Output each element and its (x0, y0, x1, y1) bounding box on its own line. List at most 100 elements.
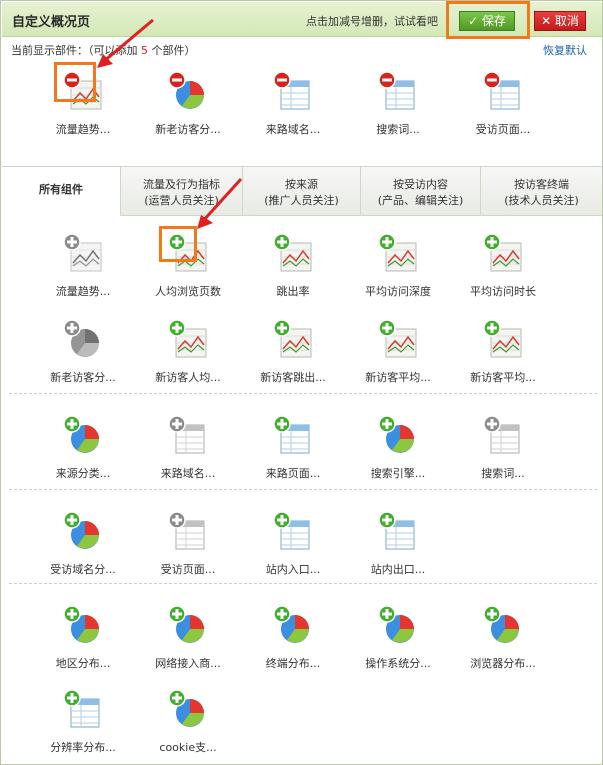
widget-label: 新访客平均... (365, 371, 431, 384)
pie-chart-icon[interactable] (63, 511, 105, 553)
selected-widget[interactable]: 受访页面... (453, 71, 553, 151)
widget-label: 受访页面... (160, 563, 216, 576)
widget-tile[interactable]: 站内出口... (348, 511, 448, 591)
widget-tile[interactable]: cookie支... (138, 689, 238, 765)
pie-chart-icon[interactable] (483, 605, 525, 647)
pie-chart-icon[interactable] (63, 605, 105, 647)
line-chart-icon[interactable] (483, 233, 525, 275)
selected-widget[interactable]: 来路域名... (243, 71, 343, 151)
widget-label: 操作系统分... (365, 657, 431, 670)
line-chart-icon[interactable] (273, 233, 315, 275)
tab-sublabel: (产品、编辑关注) (377, 194, 464, 207)
selected-widget[interactable]: 新老访客分... (138, 71, 238, 151)
line-chart-icon[interactable] (63, 233, 105, 275)
widget-label: 受访页面... (475, 123, 531, 136)
group-divider (9, 583, 597, 584)
pie-chart-icon[interactable] (378, 605, 420, 647)
widget-label: 网络接入商... (155, 657, 221, 670)
widget-label: 来路页面... (265, 467, 321, 480)
page-title: 自定义概况页 (12, 15, 91, 30)
widget-tile[interactable]: 来路页面... (243, 415, 343, 495)
widget-label: 站内出口... (370, 563, 426, 576)
tab-bar: 所有组件 流量及行为指标 (运营人员关注) 按来源 (推广人员关注) 按受访内容… (2, 166, 602, 217)
widget-label: 来路域名... (160, 467, 216, 480)
widget-tile[interactable]: 网络接入商... (138, 605, 238, 685)
widget-tile[interactable]: 新老访客分... (33, 319, 133, 399)
table-icon[interactable] (273, 71, 315, 113)
widget-tile[interactable]: 平均访问时长 (453, 233, 553, 313)
widget-tile[interactable]: 操作系统分... (348, 605, 448, 685)
line-chart-icon[interactable] (378, 233, 420, 275)
group-divider (9, 489, 597, 490)
widget-label: 来路域名... (265, 123, 321, 136)
pie-chart-icon[interactable] (378, 415, 420, 457)
widget-label: 来源分类... (55, 467, 111, 480)
widget-label: 人均浏览页数 (155, 285, 221, 298)
widget-tile[interactable]: 流量趋势... (33, 233, 133, 313)
widget-tile[interactable]: 分辨率分布... (33, 689, 133, 765)
pie-chart-icon[interactable] (168, 71, 210, 113)
table-icon[interactable] (483, 415, 525, 457)
pie-chart-icon[interactable] (168, 605, 210, 647)
cancel-button[interactable]: ✕ 取消 (534, 11, 586, 31)
pie-chart-icon[interactable] (63, 415, 105, 457)
widget-label: 平均访问时长 (470, 285, 536, 298)
widget-label: 新老访客分... (50, 371, 116, 384)
widget-label: cookie支... (159, 741, 217, 754)
table-icon[interactable] (273, 415, 315, 457)
widget-tile[interactable]: 新访客平均... (453, 319, 553, 399)
table-icon[interactable] (378, 511, 420, 553)
widget-label: 新访客平均... (470, 371, 536, 384)
widget-label: 平均访问深度 (365, 285, 431, 298)
widget-tile[interactable]: 浏览器分布... (453, 605, 553, 685)
widget-tile[interactable]: 终端分布... (243, 605, 343, 685)
pie-chart-icon[interactable] (273, 605, 315, 647)
widget-label: 流量趋势... (55, 123, 111, 136)
tab-by-content[interactable]: 按受访内容 (产品、编辑关注) (360, 167, 480, 216)
widget-label: 地区分布... (55, 657, 111, 670)
table-icon[interactable] (168, 415, 210, 457)
widget-label: 分辨率分布... (50, 741, 116, 754)
line-chart-icon[interactable] (378, 319, 420, 361)
widget-label: 搜索引擎... (370, 467, 426, 480)
save-highlight-box (446, 1, 530, 39)
widget-tile[interactable]: 受访域名分... (33, 511, 133, 591)
tab-all-widgets[interactable]: 所有组件 (2, 167, 120, 217)
widget-label: 新访客跳出... (260, 371, 326, 384)
widget-label: 跳出率 (276, 285, 310, 298)
widget-tile[interactable]: 新访客人均... (138, 319, 238, 399)
widget-label: 流量趋势... (55, 285, 111, 298)
line-chart-icon[interactable] (168, 319, 210, 361)
widget-tile[interactable]: 搜索词... (453, 415, 553, 495)
group-divider (9, 393, 597, 394)
restore-default-link[interactable]: 恢复默认 (543, 42, 587, 58)
widget-tile[interactable]: 新访客平均... (348, 319, 448, 399)
widget-label: 浏览器分布... (470, 657, 536, 670)
selected-widget[interactable]: 搜索词... (348, 71, 448, 151)
table-icon[interactable] (273, 511, 315, 553)
widget-tile[interactable]: 受访页面... (138, 511, 238, 591)
line-chart-icon[interactable] (273, 319, 315, 361)
widget-tile[interactable]: 新访客跳出... (243, 319, 343, 399)
widget-tile[interactable]: 搜索引擎... (348, 415, 448, 495)
widget-label: 受访域名分... (50, 563, 116, 576)
current-prefix: 当前显示部件：（ (11, 44, 94, 57)
tab-label: 按访客终端 (514, 178, 569, 191)
widget-tile[interactable]: 平均访问深度 (348, 233, 448, 313)
widget-tile[interactable]: 站内入口... (243, 511, 343, 591)
pie-chart-icon[interactable] (168, 689, 210, 731)
tab-by-terminal[interactable]: 按访客终端 (技术人员关注) (480, 167, 602, 216)
widget-tile[interactable]: 来路域名... (138, 415, 238, 495)
table-icon[interactable] (483, 71, 525, 113)
line-chart-icon[interactable] (483, 319, 525, 361)
widget-label: 站内入口... (265, 563, 321, 576)
pie-chart-icon[interactable] (63, 319, 105, 361)
widget-tile[interactable]: 地区分布... (33, 605, 133, 685)
tab-label: 所有组件 (39, 183, 83, 196)
widget-label: 新老访客分... (155, 123, 221, 136)
widget-tile[interactable]: 跳出率 (243, 233, 343, 313)
table-icon[interactable] (378, 71, 420, 113)
widget-tile[interactable]: 来源分类... (33, 415, 133, 495)
table-icon[interactable] (168, 511, 210, 553)
table-icon[interactable] (63, 689, 105, 731)
